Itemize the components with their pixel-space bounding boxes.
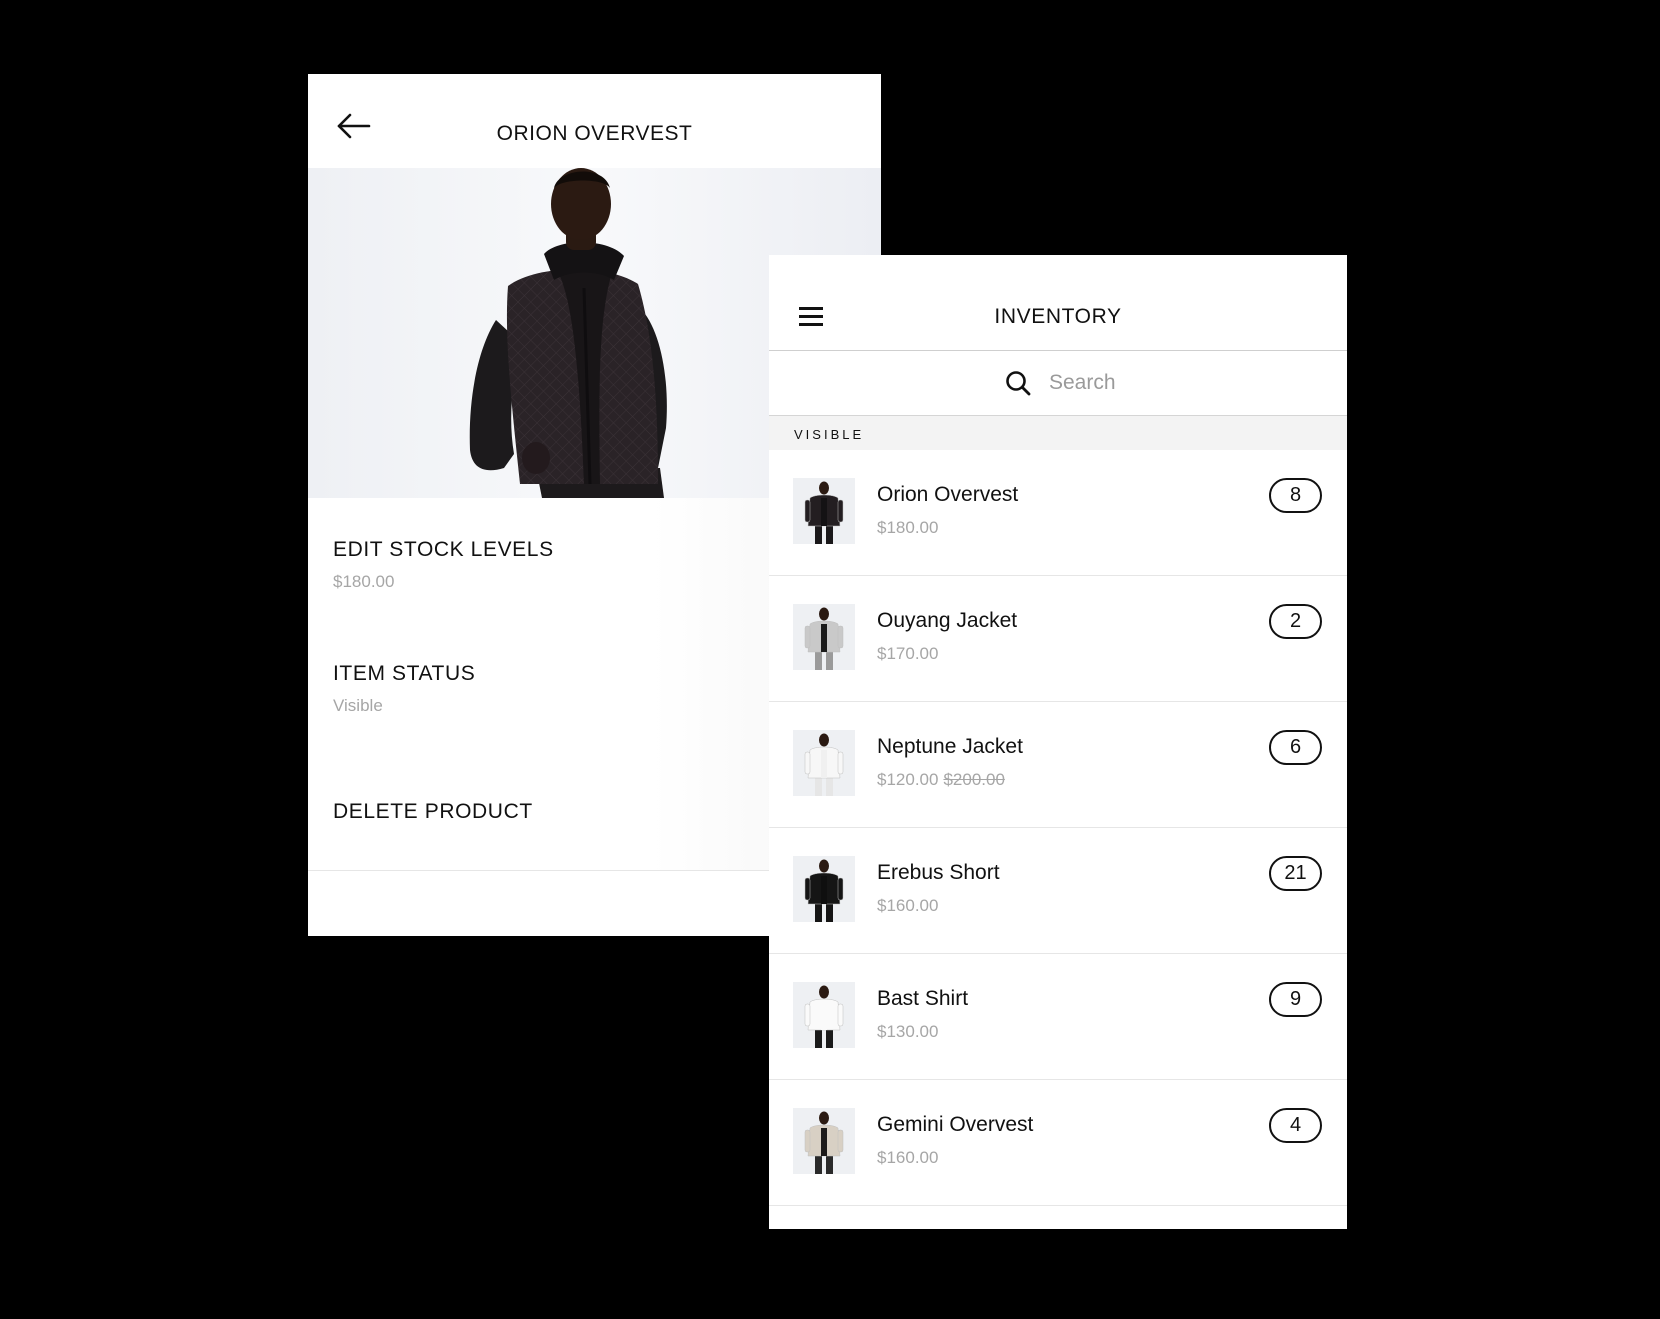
- stock-count-badge[interactable]: 2: [1269, 604, 1322, 639]
- search-input[interactable]: Search: [769, 351, 1347, 416]
- product-thumbnail: [793, 604, 855, 670]
- item-name: Ouyang Jacket: [877, 609, 1018, 632]
- item-name: Bast Shirt: [877, 987, 969, 1010]
- item-name: Erebus Short: [877, 861, 1000, 884]
- current-price: $130.00: [877, 1022, 939, 1041]
- product-thumbnail: [793, 982, 855, 1048]
- list-item[interactable]: Gemini Overvest $160.00 4: [769, 1080, 1347, 1206]
- stock-count-badge[interactable]: 4: [1269, 1108, 1322, 1143]
- list-item[interactable]: Ouyang Jacket $170.00 2: [769, 576, 1347, 702]
- list-item[interactable]: Erebus Short $160.00 21: [769, 828, 1347, 954]
- page-title: ORION OVERVEST: [496, 122, 693, 145]
- current-price: $180.00: [877, 518, 939, 537]
- product-thumbnail: [793, 478, 855, 544]
- search-placeholder: Search: [1049, 371, 1116, 394]
- product-thumbnail: [793, 1108, 855, 1174]
- item-name: Neptune Jacket: [877, 735, 1023, 758]
- item-status-label: ITEM STATUS: [333, 662, 476, 685]
- edit-stock-levels-label: EDIT STOCK LEVELS: [333, 538, 554, 561]
- item-price: $160.00: [877, 1148, 943, 1168]
- item-price: $120.00 $200.00: [877, 770, 1005, 790]
- stock-count-badge[interactable]: 8: [1269, 478, 1322, 513]
- current-price: $160.00: [877, 896, 939, 915]
- current-price: $120.00: [877, 770, 939, 789]
- item-status-value: Visible: [333, 696, 383, 715]
- current-price: $160.00: [877, 1148, 939, 1167]
- item-price: $180.00: [877, 518, 943, 538]
- item-price: $170.00: [877, 644, 943, 664]
- product-thumbnail: [793, 730, 855, 796]
- stock-count-badge[interactable]: 6: [1269, 730, 1322, 765]
- stock-count-badge[interactable]: 9: [1269, 982, 1322, 1017]
- inventory-header: INVENTORY: [769, 255, 1347, 351]
- section-header-visible: VISIBLE: [769, 416, 1347, 450]
- page-title: INVENTORY: [994, 305, 1122, 328]
- inventory-list: Orion Overvest $180.00 8 Ouyang Jacket $…: [769, 450, 1347, 1206]
- item-price: $160.00: [877, 896, 943, 916]
- inventory-screen: INVENTORY Search VISIBLE Orion Overvest …: [769, 255, 1347, 1229]
- item-price: $130.00: [877, 1022, 943, 1042]
- section-label: VISIBLE: [794, 427, 865, 442]
- item-name: Orion Overvest: [877, 483, 1019, 506]
- product-price: $180.00: [333, 572, 395, 591]
- stock-count-badge[interactable]: 21: [1269, 856, 1322, 891]
- original-price: $200.00: [943, 770, 1005, 789]
- list-item[interactable]: Neptune Jacket $120.00 $200.00 6: [769, 702, 1347, 828]
- delete-product-label: DELETE PRODUCT: [333, 800, 533, 823]
- list-item[interactable]: Bast Shirt $130.00 9: [769, 954, 1347, 1080]
- detail-header: ORION OVERVEST: [308, 74, 881, 168]
- product-thumbnail: [793, 856, 855, 922]
- current-price: $170.00: [877, 644, 939, 663]
- item-name: Gemini Overvest: [877, 1113, 1034, 1136]
- list-item[interactable]: Orion Overvest $180.00 8: [769, 450, 1347, 576]
- search-icon: [1006, 371, 1031, 396]
